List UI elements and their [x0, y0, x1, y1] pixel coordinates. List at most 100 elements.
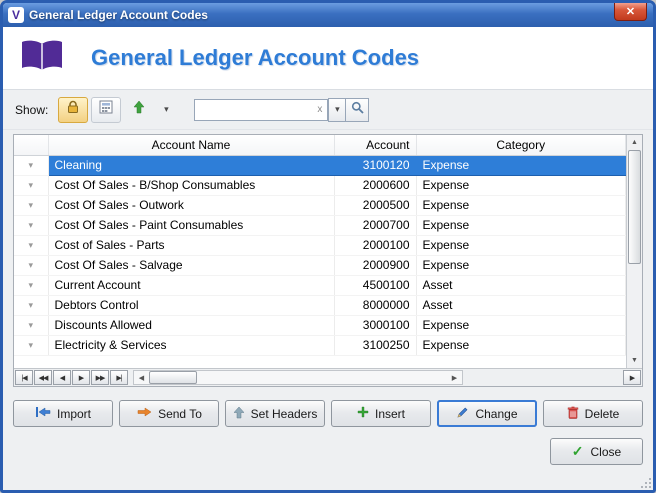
book-icon [19, 39, 65, 78]
cell-category: Expense [416, 235, 626, 256]
table-row[interactable]: ▾ Cleaning 3100120 Expense [14, 154, 626, 176]
vertical-scrollbar[interactable]: ▲ ▼ [626, 135, 642, 368]
column-header-account-name[interactable]: Account Name [48, 135, 335, 156]
cell-account: 3100120 [334, 154, 417, 176]
cell-category: Expense [416, 335, 626, 356]
scroll-left-button[interactable]: ◀ [134, 371, 149, 384]
show-label: Show: [15, 102, 49, 117]
table-row[interactable]: ▾ Electricity & Services 3100250 Expense [14, 335, 626, 356]
scroll-down-icon: ▼ [631, 357, 638, 364]
lock-icon [66, 100, 80, 119]
row-expand-icon[interactable]: ▾ [14, 275, 49, 296]
sort-options-dropdown[interactable]: ▾ [157, 97, 175, 123]
table-row[interactable]: ▾ Cost of Sales - Parts 2000100 Expense [14, 235, 626, 256]
row-expand-icon[interactable]: ▾ [14, 155, 49, 176]
cell-account-name: Electricity & Services [48, 335, 335, 356]
trash-icon [567, 406, 579, 422]
accounts-view-button[interactable] [91, 96, 122, 123]
delete-button[interactable]: Delete [543, 400, 643, 427]
vertical-scroll-track[interactable] [627, 150, 642, 353]
app-logo-icon: V [8, 7, 24, 23]
close-button[interactable]: ✓ Close [550, 438, 643, 465]
column-header-category[interactable]: Category [416, 135, 626, 156]
expand-column-header[interactable] [14, 135, 49, 156]
table-row[interactable]: ▾ Cost Of Sales - B/Shop Consumables 200… [14, 175, 626, 196]
row-expand-icon[interactable]: ▾ [14, 315, 49, 336]
row-expand-icon[interactable]: ▾ [14, 295, 49, 316]
column-header-account[interactable]: Account [334, 135, 417, 156]
cell-account: 3100250 [334, 335, 417, 356]
nav-next-button[interactable]: ▶ [72, 370, 90, 385]
chevron-down-icon: ▾ [335, 104, 340, 114]
resize-grip[interactable] [640, 477, 651, 488]
insert-button[interactable]: Insert [331, 400, 431, 427]
row-expand-icon[interactable]: ▾ [14, 175, 49, 196]
titlebar[interactable]: V General Ledger Account Codes ✕ [3, 3, 653, 27]
table-row[interactable]: ▾ Debtors Control 8000000 Asset [14, 295, 626, 316]
grid-navigator: |◀ ◀◀ ◀ ▶ ▶▶ ▶| ◀ ▶ ▶ [14, 368, 642, 386]
action-button-bar: Import Send To Set Headers Insert Change… [13, 400, 643, 427]
check-icon: ✓ [571, 443, 584, 459]
table-row[interactable]: ▾ Current Account 4500100 Asset [14, 275, 626, 296]
nav-prior-button[interactable]: ◀ [53, 370, 71, 385]
cell-category: Asset [416, 275, 626, 296]
cell-category: Expense [416, 195, 626, 216]
search-button[interactable] [346, 97, 370, 122]
scroll-down-button[interactable]: ▼ [627, 353, 642, 368]
table-row[interactable]: ▾ Discounts Allowed 3000100 Expense [14, 315, 626, 336]
cell-account: 8000000 [334, 295, 417, 316]
cell-account-name: Cost Of Sales - Paint Consumables [48, 215, 335, 236]
cell-category: Expense [416, 315, 626, 336]
cell-account: 4500100 [334, 275, 417, 296]
row-expand-icon[interactable]: ▾ [14, 255, 49, 276]
import-icon [35, 406, 51, 421]
cell-account: 2000600 [334, 175, 417, 196]
window-title: General Ledger Account Codes [29, 8, 208, 22]
clear-icon: x [317, 104, 323, 115]
cell-account-name: Cost Of Sales - Salvage [48, 255, 335, 276]
search-dropdown-button[interactable]: ▾ [328, 97, 347, 122]
cell-category: Asset [416, 295, 626, 316]
sort-ascending-button[interactable] [124, 97, 154, 123]
horizontal-scroll-thumb[interactable] [149, 371, 197, 384]
accounts-grid: Account Name Account Category ▾ Cleaning… [13, 134, 643, 387]
clear-search-button[interactable]: x [312, 98, 329, 121]
search-input[interactable] [194, 98, 313, 121]
cell-account-name: Current Account [48, 275, 335, 296]
nav-prior-page-button[interactable]: ◀◀ [34, 370, 52, 385]
cell-account-name: Cleaning [48, 154, 335, 176]
table-row[interactable]: ▾ Cost Of Sales - Paint Consumables 2000… [14, 215, 626, 236]
scroll-right-button[interactable]: ▶ [447, 371, 462, 384]
chevron-down-icon: ▾ [164, 104, 169, 114]
cell-account: 2000900 [334, 255, 417, 276]
up-arrow-icon [133, 100, 145, 119]
pencil-icon [456, 406, 469, 422]
table-area: Account Name Account Category ▾ Cleaning… [14, 135, 626, 368]
row-expand-icon[interactable]: ▾ [14, 215, 49, 236]
send-to-button[interactable]: Send To [119, 400, 219, 427]
nav-end-button[interactable]: ▶ [623, 370, 641, 385]
send-to-icon [136, 406, 152, 421]
row-expand-icon[interactable]: ▾ [14, 335, 49, 356]
page-title: General Ledger Account Codes [91, 45, 420, 70]
lock-filter-button[interactable] [58, 96, 89, 123]
vertical-scroll-thumb[interactable] [628, 150, 641, 264]
table-body: ▾ Cleaning 3100120 Expense ▾ Cost Of Sal… [14, 154, 626, 356]
set-headers-button[interactable]: Set Headers [225, 400, 325, 427]
nav-next-page-button[interactable]: ▶▶ [91, 370, 109, 385]
scroll-up-button[interactable]: ▲ [627, 135, 642, 150]
scroll-right-icon: ▶ [451, 374, 458, 382]
nav-last-button[interactable]: ▶| [110, 370, 128, 385]
table-row[interactable]: ▾ Cost Of Sales - Outwork 2000500 Expens… [14, 195, 626, 216]
horizontal-scrollbar[interactable]: ◀ ▶ [133, 370, 463, 385]
nav-first-button[interactable]: |◀ [15, 370, 33, 385]
row-expand-icon[interactable]: ▾ [14, 195, 49, 216]
change-button[interactable]: Change [437, 400, 537, 427]
calculator-icon [99, 100, 113, 119]
cell-account: 2000700 [334, 215, 417, 236]
table-row[interactable]: ▾ Cost Of Sales - Salvage 2000900 Expens… [14, 255, 626, 276]
cell-account-name: Cost of Sales - Parts [48, 235, 335, 256]
import-button[interactable]: Import [13, 400, 113, 427]
row-expand-icon[interactable]: ▾ [14, 235, 49, 256]
close-window-button[interactable]: ✕ [614, 3, 647, 21]
